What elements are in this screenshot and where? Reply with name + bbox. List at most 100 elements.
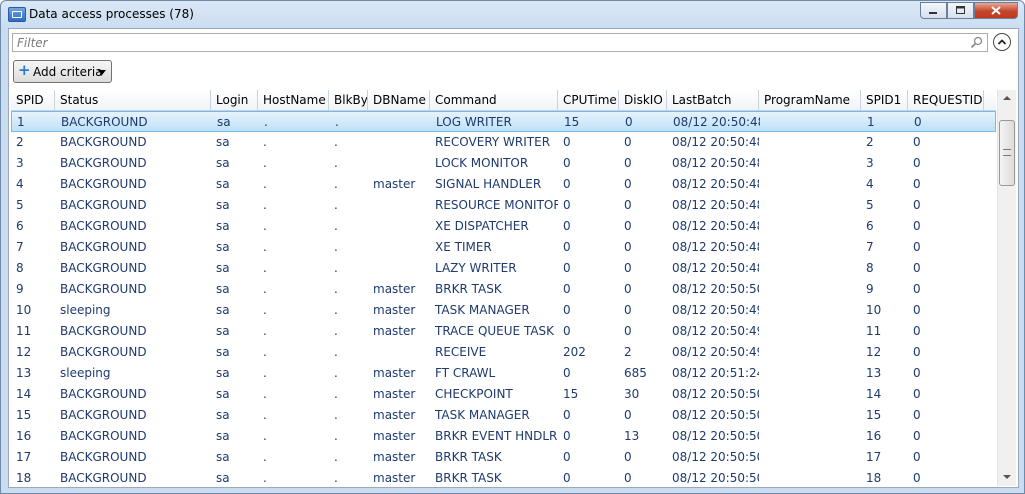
vertical-scrollbar[interactable]	[997, 90, 1016, 486]
column-header[interactable]: SPID	[11, 90, 55, 110]
table-cell-login: sa	[216, 261, 230, 275]
table-cell-status: BACKGROUND	[60, 429, 147, 443]
table-cell-dbname: master	[373, 303, 416, 317]
maximize-button[interactable]	[947, 2, 974, 19]
table-row[interactable]: 7 BACKGROUND sa.. XE TIMER 0 0 08/12 20:50:48 7…	[11, 237, 996, 258]
table-row[interactable]: 12 BACKGROUND sa.. RECEIVE 202 2 08/12 20:50:4…	[11, 342, 996, 363]
title-bar[interactable]: Data access processes (78)	[1, 1, 1024, 27]
table-cell-status: sleeping	[60, 366, 111, 380]
column-header[interactable]: Status	[55, 90, 211, 110]
table-row[interactable]: 2 BACKGROUND sa.. RECOVERY WRITER 0 0 08/12 20…	[11, 132, 996, 153]
table-cell-diskio: 0	[624, 177, 632, 191]
table-cell-cputime: 0	[563, 303, 571, 317]
column-header[interactable]: LastBatch	[667, 90, 759, 110]
table-cell-command: CHECKPOINT	[435, 387, 513, 401]
column-header[interactable]: SPID1	[861, 90, 908, 110]
table-row[interactable]: 3 BACKGROUND sa.. LOCK MONITOR 0 0 08/12 20:50…	[11, 153, 996, 174]
close-icon	[991, 6, 1001, 15]
filter-box	[12, 33, 988, 52]
close-button[interactable]	[974, 2, 1018, 19]
table-cell-dbname: master	[373, 450, 416, 464]
table-cell-spid1: 1	[867, 115, 875, 129]
table-cell-dbname	[368, 195, 430, 216]
table-cell-login: sa	[216, 387, 230, 401]
table-cell-status: BACKGROUND	[60, 282, 147, 296]
table-cell-programname	[759, 216, 861, 237]
table-cell-blkby: .	[334, 345, 338, 359]
table-row[interactable]: 15 BACKGROUND sa.. master TASK MANAGER 0 0 08/1…	[11, 405, 996, 426]
table-row[interactable]: 5 BACKGROUND sa.. RESOURCE MONITOR 0 0 08/12 2…	[11, 195, 996, 216]
table-row[interactable]: 6 BACKGROUND sa.. XE DISPATCHER 0 0 08/12 20:5…	[11, 216, 996, 237]
column-header[interactable]: BlkBy	[329, 90, 368, 110]
search-icon[interactable]	[970, 36, 983, 49]
table-cell-blkby: .	[334, 324, 338, 338]
scrollbar-thumb[interactable]	[999, 120, 1015, 186]
table-row[interactable]: 13 sleeping sa.. master FT CRAWL 0 685 08/12 20…	[11, 363, 996, 384]
table-cell-cputime: 0	[563, 429, 571, 443]
table-cell-blkby: .	[334, 471, 338, 485]
table-row[interactable]: 16 BACKGROUND sa.. master BRKR EVENT HNDLR 0 1…	[11, 426, 996, 447]
table-cell-cputime: 0	[563, 282, 571, 296]
table-cell-blkby: .	[335, 115, 339, 129]
maximize-icon	[955, 6, 965, 14]
table-row[interactable]: 10 sleeping sa.. master TASK MANAGER 0 0 08/12 …	[11, 300, 996, 321]
table-cell-requestid: 0	[913, 408, 921, 422]
table-cell-command: TRACE QUEUE TASK	[435, 324, 555, 338]
table-cell-requestid: 0	[913, 177, 921, 191]
table-cell-spid: 8	[16, 261, 24, 275]
table-row[interactable]: 4 BACKGROUND sa.. master SIGNAL HANDLER 0 0 08/…	[11, 174, 996, 195]
table-cell-hostname: .	[263, 303, 267, 317]
table-cell-spid1: 18	[866, 471, 882, 485]
table-cell-status: BACKGROUND	[60, 156, 147, 170]
table-cell-command: RECEIVE	[435, 345, 487, 359]
table-cell-dbname: master	[373, 366, 416, 380]
filter-input[interactable]	[17, 35, 957, 50]
table-cell-cputime: 202	[563, 345, 586, 359]
add-criteria-button[interactable]: + Add criteria	[13, 60, 112, 83]
add-criteria-label: Add criteria	[33, 65, 103, 79]
table-cell-login: sa	[216, 471, 230, 485]
column-header[interactable]: DiskIO	[619, 90, 667, 110]
table-cell-hostname: .	[263, 324, 267, 338]
table-cell-hostname: .	[263, 387, 267, 401]
table-row[interactable]: 18 BACKGROUND sa.. master BRKR TASK 0 0 08/12 2…	[11, 468, 996, 486]
table-cell-spid1: 2	[866, 135, 874, 149]
table-cell-login: sa	[216, 408, 230, 422]
table-row[interactable]: 17 BACKGROUND sa.. master BRKR TASK 0 0 08/12 2…	[11, 447, 996, 468]
table-cell-login: sa	[216, 219, 230, 233]
column-header[interactable]: CPUTime	[558, 90, 619, 110]
app-window: Data access processes (78) + A	[0, 0, 1025, 494]
table-cell-blkby: .	[334, 219, 338, 233]
column-header[interactable]: HostName	[258, 90, 329, 110]
table-cell-lastbatch: 08/12 20:50:50	[672, 282, 759, 296]
table-row[interactable]: 1 BACKGROUND sa.. LOG WRITER 15 0 08/12 20:50:…	[11, 111, 996, 132]
table-cell-lastbatch: 08/12 20:50:48	[672, 135, 759, 149]
table-cell-dbname	[368, 153, 430, 174]
column-header[interactable]: DBName	[368, 90, 430, 110]
scroll-down-icon[interactable]	[998, 469, 1016, 486]
table-row[interactable]: 11 BACKGROUND sa.. master TRACE QUEUE TASK 0 0…	[11, 321, 996, 342]
table-cell-cputime: 0	[563, 198, 571, 212]
minimize-button[interactable]	[920, 2, 947, 19]
table-cell-spid: 11	[16, 324, 32, 338]
table-cell-hostname: .	[263, 135, 267, 149]
column-header[interactable]: ProgramName	[759, 90, 861, 110]
table-cell-spid1: 16	[866, 429, 882, 443]
scroll-up-icon[interactable]	[998, 90, 1016, 107]
collapse-filter-button[interactable]	[993, 33, 1011, 51]
table-cell-spid1: 6	[866, 219, 874, 233]
table-cell-hostname: .	[263, 408, 267, 422]
table-cell-command: BRKR TASK	[435, 282, 502, 296]
column-header[interactable]: REQUESTID	[908, 90, 984, 110]
table-cell-spid: 4	[16, 177, 24, 191]
table-row[interactable]: 9 BACKGROUND sa.. master BRKR TASK 0 0 08/12 20…	[11, 279, 996, 300]
table-cell-hostname: .	[263, 198, 267, 212]
table-row[interactable]: 14 BACKGROUND sa.. master CHECKPOINT 15 30 08/1…	[11, 384, 996, 405]
table-cell-spid: 9	[16, 282, 24, 296]
table-cell-spid: 18	[16, 471, 32, 485]
column-header[interactable]: Login	[211, 90, 258, 110]
table-cell-dbname	[368, 258, 430, 279]
table-row[interactable]: 8 BACKGROUND sa.. LAZY WRITER 0 0 08/12 20:50:…	[11, 258, 996, 279]
column-header[interactable]: Command	[430, 90, 558, 110]
table-cell-diskio: 0	[624, 198, 632, 212]
